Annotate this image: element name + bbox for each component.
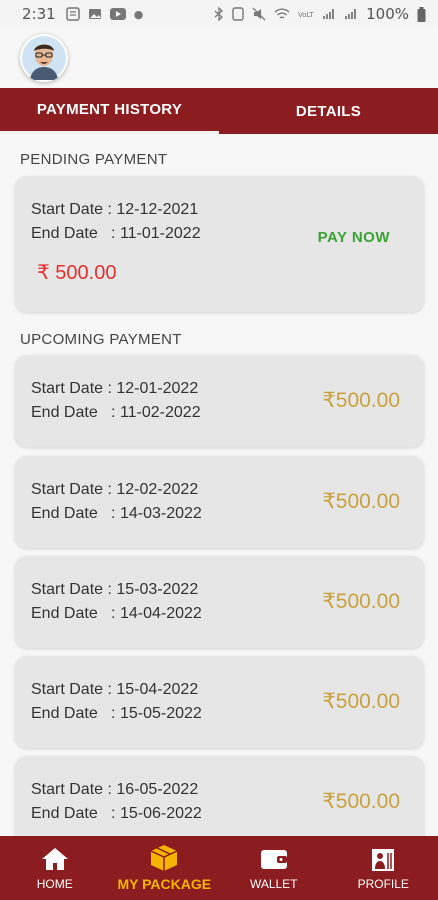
upcoming-end-date: End Date : 15-05-2022 (31, 705, 202, 722)
upcoming-dates: Start Date : 12-02-2022 End Date : 14-03… (31, 478, 202, 526)
notification-icon (65, 7, 80, 21)
upcoming-amount: ₹500.00 (322, 490, 400, 513)
pending-amount: ₹ 500.00 (37, 262, 117, 284)
upcoming-section-title: UPCOMING PAYMENT (20, 331, 182, 348)
bottom-nav: HOME MY PACKAGE WALLET PROFILE (0, 836, 438, 900)
tab-details[interactable]: DETAILS (219, 88, 438, 134)
svg-text:VoLTE: VoLTE (298, 11, 314, 19)
upcoming-payment-card: Start Date : 12-01-2022 End Date : 11-02… (15, 355, 424, 447)
avatar[interactable] (20, 34, 68, 82)
upcoming-payment-card: Start Date : 15-04-2022 End Date : 15-05… (15, 656, 424, 748)
pending-payment-card: Start Date : 12-12-2021 End Date : 11-01… (15, 176, 424, 312)
upcoming-end-date: End Date : 14-03-2022 (31, 505, 202, 522)
upcoming-start-date: Start Date : 12-01-2022 (31, 380, 199, 397)
pay-now-button[interactable]: PAY NOW (318, 229, 390, 246)
signal-icon-2 (345, 9, 357, 19)
upcoming-start-date: Start Date : 12-02-2022 (31, 481, 199, 498)
upcoming-start-date: Start Date : 16-05-2022 (31, 781, 199, 798)
nfc-icon (232, 7, 244, 21)
upcoming-amount: ₹500.00 (322, 790, 400, 813)
top-bar (0, 28, 438, 88)
wallet-icon (259, 845, 289, 873)
status-time: 2:31 (22, 5, 56, 23)
dot-icon: ● (133, 7, 144, 21)
upcoming-dates: Start Date : 12-01-2022 End Date : 11-02… (31, 377, 201, 425)
nav-home[interactable]: HOME (0, 836, 110, 900)
battery-percent: 100% (366, 5, 409, 23)
upcoming-end-date: End Date : 15-06-2022 (31, 805, 202, 822)
battery-icon (417, 6, 426, 22)
nav-my-package[interactable]: MY PACKAGE (110, 836, 220, 900)
tab-payment-history[interactable]: PAYMENT HISTORY (0, 88, 219, 134)
pending-end-date: End Date : 11-01-2022 (31, 225, 201, 242)
package-icon (149, 844, 179, 872)
nav-home-label: HOME (36, 877, 73, 891)
upcoming-dates: Start Date : 15-04-2022 End Date : 15-05… (31, 678, 202, 726)
nav-wallet[interactable]: WALLET (219, 836, 329, 900)
upcoming-payment-card: Start Date : 12-02-2022 End Date : 14-03… (15, 456, 424, 548)
notification-icons: ● (65, 7, 144, 21)
signal-icon (323, 9, 335, 19)
upcoming-start-date: Start Date : 15-03-2022 (31, 581, 199, 598)
nav-profile[interactable]: PROFILE (329, 836, 438, 900)
upcoming-dates: Start Date : 16-05-2022 End Date : 15-06… (31, 778, 202, 826)
mute-icon (252, 7, 266, 21)
avatar-icon (22, 36, 66, 80)
system-icons: VoLTE 100% (214, 5, 426, 23)
upcoming-amount: ₹500.00 (322, 389, 400, 412)
youtube-icon (109, 8, 126, 20)
profile-icon (368, 845, 398, 873)
nav-wallet-label: WALLET (249, 877, 298, 891)
volte-icon: VoLTE (298, 11, 314, 19)
nav-profile-label: PROFILE (357, 877, 409, 891)
pending-dates: Start Date : 12-12-2021 End Date : 11-01… (31, 198, 201, 246)
upcoming-end-date: End Date : 14-04-2022 (31, 605, 202, 622)
image-icon (88, 9, 101, 19)
pending-section-title: PENDING PAYMENT (20, 151, 168, 168)
upcoming-amount: ₹500.00 (322, 590, 400, 613)
nav-my-package-label: MY PACKAGE (117, 876, 212, 892)
upcoming-start-date: Start Date : 15-04-2022 (31, 681, 199, 698)
tab-bar: PAYMENT HISTORY DETAILS (0, 88, 438, 134)
upcoming-payment-card: Start Date : 15-03-2022 End Date : 14-04… (15, 556, 424, 648)
bluetooth-icon (214, 7, 224, 21)
home-icon (40, 845, 70, 873)
wifi-icon (274, 8, 290, 19)
upcoming-dates: Start Date : 15-03-2022 End Date : 14-04… (31, 578, 202, 626)
upcoming-payment-card: Start Date : 16-05-2022 End Date : 15-06… (15, 756, 424, 836)
status-bar: 2:31 ● VoLTE 100% (0, 0, 438, 28)
upcoming-amount: ₹500.00 (322, 690, 400, 713)
pending-start-date: Start Date : 12-12-2021 (31, 201, 199, 218)
upcoming-end-date: End Date : 11-02-2022 (31, 404, 201, 421)
payment-content: PENDING PAYMENT Start Date : 12-12-2021 … (0, 134, 438, 836)
